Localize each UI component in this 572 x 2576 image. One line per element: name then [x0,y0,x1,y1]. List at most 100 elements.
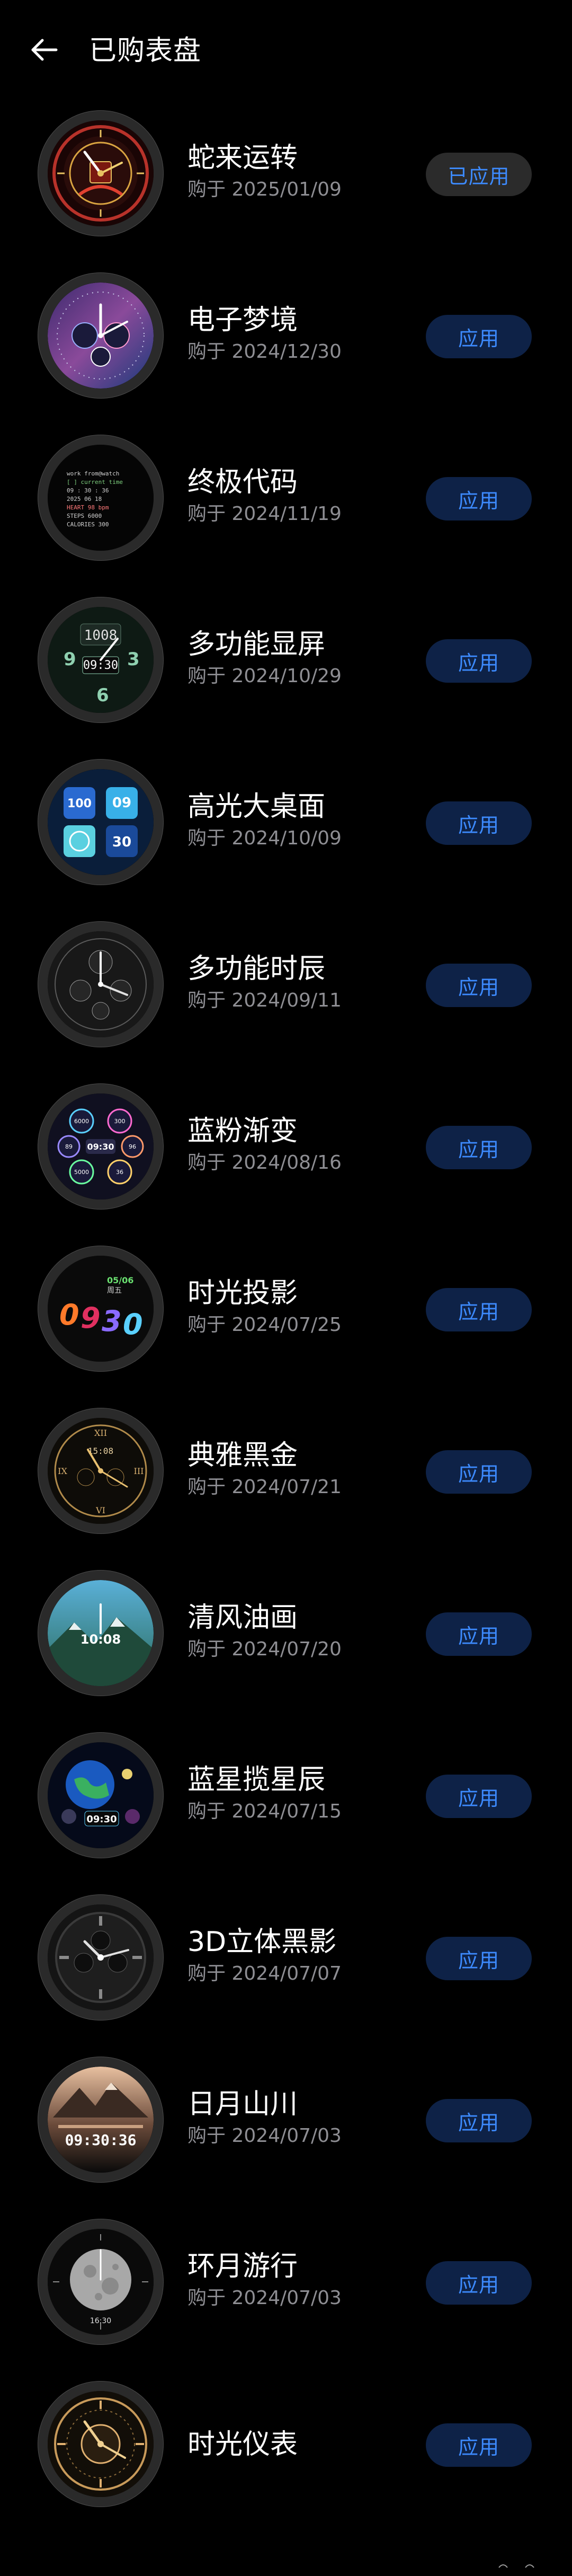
watch-face-item[interactable]: 时光仪表 应用 [0,2375,572,2537]
svg-text:VI: VI [95,1505,105,1515]
back-button[interactable] [23,30,66,72]
purchase-date: 购于 2024/10/29 [187,665,342,687]
gesture-bar [0,2555,572,2576]
tile-value: 09 [112,795,131,811]
watch-face-list: 蛇来运转 购于 2025/01/09 已应用 电子梦境 购于 2024/12/3… [0,104,572,2537]
gesture-icon [498,2560,519,2573]
watch-face-thumbnail [38,273,163,398]
svg-text:3: 3 [127,649,140,670]
stat-value: 5000 [74,1169,89,1176]
time-digit: 9 [81,1301,101,1335]
watch-face-item[interactable]: 多功能时辰 购于 2024/09/11 应用 [0,915,572,1077]
watch-face-item[interactable]: 电子梦境 购于 2024/12/30 应用 [0,266,572,428]
watch-face-item[interactable]: 蛇来运转 购于 2025/01/09 已应用 [0,104,572,266]
svg-text:III: III [134,1466,144,1476]
watch-face-item[interactable]: work from@watch [ ] current time 09 : 30… [0,428,572,590]
purchase-date: 购于 2024/08/16 [187,1152,342,1174]
purchase-date: 购于 2024/07/25 [187,1314,342,1336]
time-digit: 0 [59,1298,79,1331]
watch-face-name: 多功能时辰 [187,953,326,985]
arrow-left-icon [29,34,60,68]
watch-face-name: 时光仪表 [187,2429,298,2460]
gesture-icon [524,2560,546,2573]
svg-text:IX: IX [58,1466,67,1476]
apply-button[interactable]: 应用 [426,639,532,683]
digital-time: 09:30 [87,1142,114,1152]
svg-text:9: 9 [64,649,76,670]
stat-value: 36 [116,1169,123,1176]
watch-face-name: 时光投影 [187,1277,298,1309]
purchase-date: 购于 2024/07/03 [187,2125,342,2147]
watch-face-name: 高光大桌面 [187,791,326,823]
watch-face-thumbnail: work from@watch [ ] current time 09 : 30… [38,435,163,560]
watch-face-thumbnail: 100 09 30 [38,760,163,885]
purchase-date: 购于 2024/07/03 [187,2287,342,2309]
page-title: 已购表盘 [89,35,202,67]
purchase-date: 购于 2024/10/09 [187,827,342,849]
purchase-date: 购于 2024/12/30 [187,341,342,363]
svg-text:XII: XII [94,1428,107,1438]
svg-text:6: 6 [96,685,109,706]
apply-button[interactable]: 应用 [426,315,532,358]
watch-face-item[interactable]: 6000 300 89 96 5000 36 09:30 蓝粉渐变 购于 202… [0,1077,572,1239]
purchase-date: 购于 2024/07/07 [187,1963,342,1984]
weekday-text: 周五 [107,1286,122,1295]
watch-face-item[interactable]: 09:30:36 日月山川 购于 2024/07/03 应用 [0,2050,572,2212]
watch-face-name: 蓝粉渐变 [187,1115,298,1147]
digital-time: 1008 [84,628,118,643]
date-text: 05/06 [107,1275,133,1285]
watch-face-thumbnail [38,1895,163,2020]
apply-button[interactable]: 应用 [426,2261,532,2305]
watch-face-name: 蓝星揽星辰 [187,1764,326,1796]
code-line: 09 : 30 : 36 [67,487,109,494]
apply-button[interactable]: 应用 [426,477,532,521]
code-line: HEART 98 bpm [67,504,109,511]
tile-value: 100 [67,797,92,810]
apply-button[interactable]: 应用 [426,1775,532,1818]
apply-button[interactable]: 应用 [426,1450,532,1494]
watch-face-name: 日月山川 [187,2088,298,2120]
apply-button[interactable]: 应用 [426,2099,532,2142]
watch-face-name: 多功能显屏 [187,629,326,660]
watch-face-thumbnail [38,2381,163,2507]
watch-face-item[interactable]: 16:30 环月游行 购于 2024/07/03 应用 [0,2212,572,2375]
watch-face-item[interactable]: 10:08 清风油画 购于 2024/07/20 应用 [0,1564,572,1726]
watch-face-thumbnail: 09:30 [38,1733,163,1858]
watch-face-thumbnail: 1008 9 3 6 09:30 [38,597,163,722]
watch-face-item[interactable]: 1008 9 3 6 09:30 多功能显屏 购于 2024/10/29 应用 [0,590,572,753]
applied-button[interactable]: 已应用 [426,153,532,196]
watch-face-name: 环月游行 [187,2251,298,2282]
watch-face-thumbnail: 09:30:36 [38,2057,163,2182]
code-line: STEPS 6000 [67,513,102,519]
watch-face-name: 电子梦境 [187,304,298,336]
watch-face-item[interactable]: 3D立体黑影 购于 2024/07/07 应用 [0,1888,572,2050]
watch-face-name: 清风油画 [187,1602,298,1634]
stat-value: 6000 [74,1118,89,1125]
apply-button[interactable]: 应用 [426,1288,532,1331]
watch-face-item[interactable]: XII III VI IX 15:08 典雅黑金 购于 2024/07/21 应用 [0,1401,572,1564]
watch-face-item[interactable]: 05/06 周五 0 9 3 0 时光投影 购于 2024/07/25 应用 [0,1239,572,1401]
apply-button[interactable]: 应用 [426,801,532,845]
apply-button[interactable]: 应用 [426,1126,532,1169]
watch-face-thumbnail: 05/06 周五 0 9 3 0 [38,1246,163,1371]
watch-face-item[interactable]: 100 09 30 高光大桌面 购于 2024/10/09 应用 [0,753,572,915]
purchase-date: 购于 2024/07/21 [187,1476,342,1498]
apply-button[interactable]: 应用 [426,1937,532,1980]
watch-face-thumbnail: 6000 300 89 96 5000 36 09:30 [38,1084,163,1209]
code-line: [ ] current time [67,479,123,486]
time-digit: 3 [102,1304,122,1338]
code-line: work from@watch [67,470,119,477]
digital-time: 10:08 [81,1632,121,1647]
stat-value: 300 [114,1118,126,1125]
apply-button[interactable]: 应用 [426,964,532,1007]
code-line: 2025 06 18 [67,496,102,502]
watch-face-name: 典雅黑金 [187,1440,298,1471]
stat-value: 96 [129,1143,136,1150]
digital-time: 09:30:36 [65,2131,137,2149]
apply-button[interactable]: 应用 [426,2423,532,2467]
watch-face-item[interactable]: 09:30 蓝星揽星辰 购于 2024/07/15 应用 [0,1726,572,1888]
purchase-date: 购于 2025/01/09 [187,179,342,200]
apply-button[interactable]: 应用 [426,1612,532,1656]
digital-time: 16:30 [90,2317,111,2325]
top-bar: 已购表盘 [0,0,572,104]
